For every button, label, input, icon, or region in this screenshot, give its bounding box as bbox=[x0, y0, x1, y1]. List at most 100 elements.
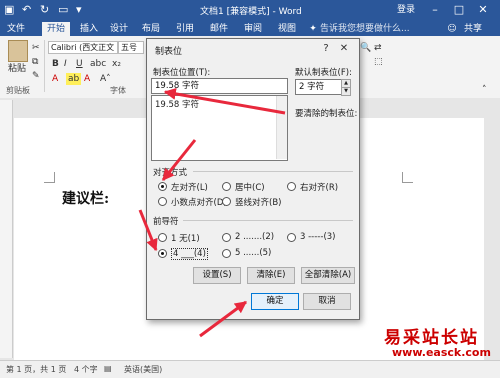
tab-mailings[interactable]: 邮件 bbox=[206, 22, 232, 36]
tab-view[interactable]: 视图 bbox=[274, 22, 300, 36]
text-effect-icon[interactable]: A bbox=[84, 73, 90, 85]
tell-me-box[interactable]: 告诉我您想要做什么... bbox=[320, 22, 424, 36]
font-size-dropdown[interactable]: 五号 bbox=[118, 41, 144, 54]
lightbulb-icon: ✦ bbox=[309, 24, 317, 34]
leader-2-label[interactable]: 2 .......(2) bbox=[235, 232, 274, 242]
copy-icon[interactable]: ⧉ bbox=[32, 56, 38, 68]
font-group-label: 字体 bbox=[110, 86, 126, 95]
collapse-ribbon-icon[interactable]: ˄ bbox=[482, 84, 487, 96]
bold-button[interactable]: B bbox=[52, 58, 59, 70]
alignment-label: 对齐方式 bbox=[153, 168, 188, 178]
tab-references[interactable]: 引用 bbox=[172, 22, 198, 36]
leader-5-radio[interactable] bbox=[222, 249, 231, 258]
tab-stop-list[interactable]: 19.58 字符 bbox=[151, 95, 288, 161]
language-status[interactable]: 英语(美国) bbox=[124, 364, 162, 375]
close-window-icon[interactable]: ✕ bbox=[474, 2, 492, 18]
leader-5-label[interactable]: 5 ......(5) bbox=[235, 248, 271, 258]
align-bar-label[interactable]: 竖线对齐(B) bbox=[235, 196, 281, 208]
default-tab-input[interactable]: 2 字符 bbox=[295, 79, 344, 95]
leader-label: 前导符 bbox=[153, 217, 179, 227]
list-scrollbar[interactable] bbox=[276, 96, 287, 159]
font-color-icon[interactable]: A bbox=[52, 73, 58, 85]
set-button[interactable]: 设置(S) bbox=[193, 267, 241, 284]
share-button[interactable]: 共享 bbox=[458, 22, 488, 36]
watermark-url: www.easck.com bbox=[392, 346, 491, 359]
leader-3-radio[interactable] bbox=[287, 233, 296, 242]
align-decimal-radio[interactable] bbox=[158, 197, 167, 206]
clear-all-button[interactable]: 全部清除(A) bbox=[301, 267, 355, 284]
italic-button[interactable]: I bbox=[64, 58, 67, 70]
minimize-icon[interactable]: – bbox=[426, 2, 444, 18]
align-left-label[interactable]: 左对齐(L) bbox=[171, 181, 208, 193]
select-icon[interactable]: ⬚ bbox=[374, 56, 383, 68]
watermark-text: 易采站长站 bbox=[384, 328, 479, 348]
tab-home[interactable]: 开始 bbox=[42, 22, 70, 36]
cancel-button[interactable]: 取消 bbox=[303, 293, 351, 310]
cut-icon[interactable]: ✂ bbox=[32, 42, 40, 54]
title-bar: ▣ ↶ ↻ ▭ ▾ 文档1 [兼容模式] - Word 登录 – □ ✕ bbox=[0, 0, 500, 20]
leader-divider bbox=[183, 220, 353, 221]
align-right-radio[interactable] bbox=[287, 182, 296, 191]
find-icon[interactable]: 🔍 bbox=[360, 42, 371, 54]
tabs-dialog: 制表位 ? ✕ 制表位位置(T): 19.58 字符 19.58 字符 默认制表… bbox=[146, 38, 360, 320]
tab-layout[interactable]: 布局 bbox=[138, 22, 164, 36]
document-title: 文档1 [兼容模式] - Word bbox=[200, 7, 302, 17]
tab-design[interactable]: 设计 bbox=[106, 22, 132, 36]
alignment-divider bbox=[193, 171, 353, 172]
help-icon[interactable]: ? bbox=[319, 42, 333, 56]
leader-4-radio[interactable] bbox=[158, 249, 167, 258]
clipboard-group-label: 剪贴板 bbox=[6, 86, 30, 95]
strikethrough-icon[interactable]: abc bbox=[90, 58, 106, 70]
font-name-dropdown[interactable]: Calibri (西文正文 bbox=[48, 41, 118, 54]
subscript-icon[interactable]: x₂ bbox=[112, 58, 121, 70]
default-tab-label: 默认制表位(F): bbox=[295, 68, 352, 78]
leader-4-label[interactable]: 4 ___(4) bbox=[171, 248, 208, 260]
spin-down-icon[interactable]: ▼ bbox=[341, 87, 351, 96]
format-painter-icon[interactable]: ✎ bbox=[32, 70, 40, 82]
paste-button[interactable]: 粘贴 bbox=[8, 63, 26, 75]
customize-quick-access-icon[interactable]: ▾ bbox=[76, 3, 82, 16]
ribbon-tabs: 文件 开始 插入 设计 布局 引用 邮件 审阅 视图 ✦ 告诉我您想要做什么..… bbox=[0, 20, 500, 36]
redo-icon[interactable]: ↻ bbox=[40, 3, 49, 16]
align-bar-radio[interactable] bbox=[222, 197, 231, 206]
status-bar: 第 1 页，共 1 页 4 个字 ▤ 英语(美国) bbox=[0, 360, 500, 378]
tab-position-input[interactable]: 19.58 字符 bbox=[151, 78, 288, 94]
proofing-icon[interactable]: ▤ bbox=[104, 364, 112, 373]
undo-icon[interactable]: ↶ bbox=[22, 3, 31, 16]
login-link[interactable]: 登录 bbox=[388, 2, 424, 18]
list-item[interactable]: 19.58 字符 bbox=[155, 98, 199, 110]
tab-insert[interactable]: 插入 bbox=[76, 22, 102, 36]
vertical-ruler bbox=[0, 100, 13, 358]
align-center-radio[interactable] bbox=[222, 182, 231, 191]
ok-button[interactable]: 确定 bbox=[251, 293, 299, 310]
align-left-radio[interactable] bbox=[158, 182, 167, 191]
leader-3-label[interactable]: 3 -----(3) bbox=[300, 232, 336, 242]
user-icon: ☺ bbox=[447, 24, 457, 34]
align-decimal-label[interactable]: 小数点对齐(D) bbox=[171, 196, 227, 208]
close-icon[interactable]: ✕ bbox=[337, 42, 351, 56]
save-icon[interactable]: ▣ bbox=[4, 3, 14, 16]
maximize-icon[interactable]: □ bbox=[450, 2, 468, 18]
leader-1-radio[interactable] bbox=[158, 233, 167, 242]
paste-icon[interactable] bbox=[8, 40, 28, 62]
highlight-icon[interactable]: ab bbox=[66, 73, 82, 85]
new-document-icon[interactable]: ▭ bbox=[58, 3, 68, 16]
word-count[interactable]: 4 个字 bbox=[74, 364, 98, 375]
tab-position-label: 制表位位置(T): bbox=[153, 68, 211, 78]
replace-icon[interactable]: ⇄ bbox=[374, 42, 382, 54]
document-text[interactable]: 建议栏: bbox=[62, 188, 109, 208]
tab-file[interactable]: 文件 bbox=[2, 22, 30, 36]
crop-mark-top-left bbox=[44, 172, 55, 183]
group-divider bbox=[44, 40, 45, 92]
clear-button[interactable]: 清除(E) bbox=[247, 267, 295, 284]
align-right-label[interactable]: 右对齐(R) bbox=[300, 181, 338, 193]
leader-2-radio[interactable] bbox=[222, 233, 231, 242]
tab-review[interactable]: 审阅 bbox=[240, 22, 266, 36]
underline-button[interactable]: U bbox=[76, 58, 83, 70]
grow-font-icon[interactable]: A˄ bbox=[100, 73, 111, 85]
leader-1-label[interactable]: 1 无(1) bbox=[171, 232, 200, 244]
dialog-title: 制表位 bbox=[155, 47, 183, 57]
page-count[interactable]: 第 1 页，共 1 页 bbox=[6, 364, 66, 375]
align-center-label[interactable]: 居中(C) bbox=[235, 181, 265, 193]
to-clear-label: 要清除的制表位: bbox=[295, 109, 358, 119]
